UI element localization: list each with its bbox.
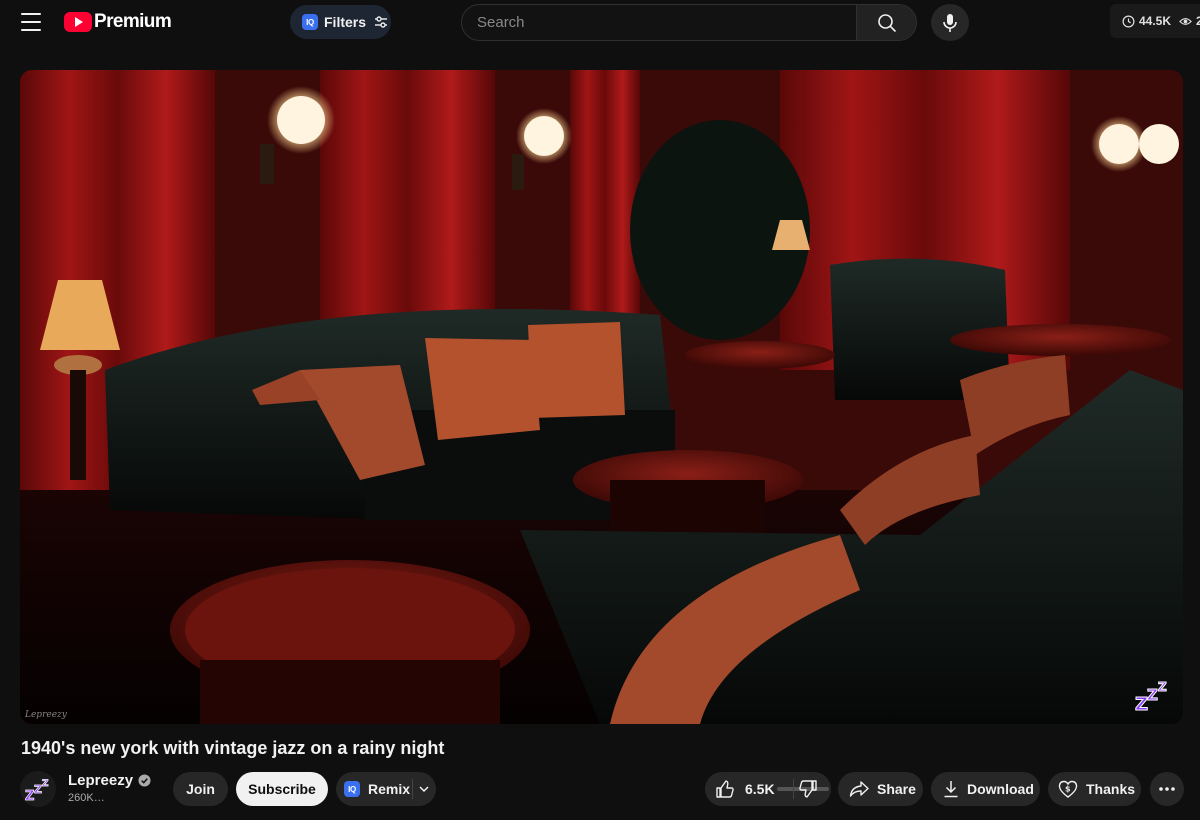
more-horizontal-icon — [1159, 787, 1175, 791]
menu-icon[interactable] — [18, 10, 44, 34]
logo-text: Premium — [94, 11, 172, 32]
download-icon — [944, 781, 958, 798]
share-button[interactable]: Share — [838, 772, 923, 806]
search-button[interactable] — [856, 5, 916, 40]
subscribe-button[interactable]: Subscribe — [236, 772, 328, 806]
chevron-down-icon[interactable] — [418, 783, 430, 795]
share-icon — [849, 781, 869, 797]
search-box — [461, 4, 917, 41]
download-button[interactable]: Download — [931, 772, 1040, 806]
remix-label: Remix — [368, 781, 411, 797]
remix-divider — [412, 779, 413, 799]
video-thumbnail-scene — [20, 70, 1183, 724]
zzz-icon: Z Z Z — [25, 779, 50, 804]
more-actions-button[interactable] — [1150, 772, 1184, 806]
svg-text:$: $ — [1065, 785, 1071, 794]
like-count: 6.5K — [745, 781, 775, 797]
voice-search-button[interactable] — [931, 4, 969, 41]
heart-dollar-icon: $ — [1058, 780, 1078, 798]
stats-widget: 44.5K 2 — [1110, 4, 1200, 38]
search-input[interactable] — [462, 5, 856, 40]
like-icon[interactable] — [715, 779, 735, 799]
eye-icon — [1179, 17, 1192, 25]
channel-zzz-watermark-icon: Z Z Z — [1135, 680, 1168, 715]
video-title: 1940's new york with vintage jazz on a r… — [21, 738, 445, 758]
clock-icon — [1122, 15, 1135, 27]
thanks-button[interactable]: $ Thanks — [1048, 772, 1141, 806]
like-divider — [793, 779, 794, 799]
svg-text:Z: Z — [34, 783, 42, 796]
video-watermark: Lepreezy — [25, 710, 67, 720]
youtube-play-icon — [64, 12, 92, 32]
filters-button[interactable]: IQ Filters — [290, 5, 391, 39]
svg-text:Z: Z — [1158, 680, 1167, 694]
youtube-premium-logo[interactable]: Premium — [64, 11, 172, 33]
microphone-icon — [943, 13, 957, 32]
channel-name: Lepreezy — [68, 772, 134, 789]
svg-text:Z: Z — [1147, 686, 1158, 704]
remix-button[interactable]: IQ Remix — [336, 772, 436, 806]
dislike-icon[interactable] — [798, 779, 820, 799]
watching-value: 2 — [1196, 14, 1200, 28]
like-dislike-group: 6.5K — [705, 772, 831, 806]
join-button[interactable]: Join — [173, 772, 228, 806]
share-label: Share — [877, 781, 916, 797]
thanks-label: Thanks — [1086, 781, 1136, 797]
svg-text:Z: Z — [42, 779, 49, 789]
iq-badge-icon: IQ — [302, 14, 318, 30]
video-player[interactable]: Lepreezy Z Z Z — [20, 70, 1183, 724]
channel-name-link[interactable]: Lepreezy — [68, 772, 151, 789]
tune-icon — [375, 16, 388, 28]
download-label: Download — [967, 781, 1034, 797]
search-icon — [877, 13, 896, 32]
masthead: Premium IQ Filters 4 — [0, 0, 1200, 44]
views-value: 44.5K — [1139, 14, 1172, 28]
filters-label: Filters — [324, 14, 367, 30]
iq-badge-icon: IQ — [344, 781, 360, 797]
channel-avatar[interactable]: Z Z Z — [20, 771, 56, 807]
subscriber-count: 260K… — [68, 792, 105, 804]
verified-icon — [138, 774, 151, 787]
